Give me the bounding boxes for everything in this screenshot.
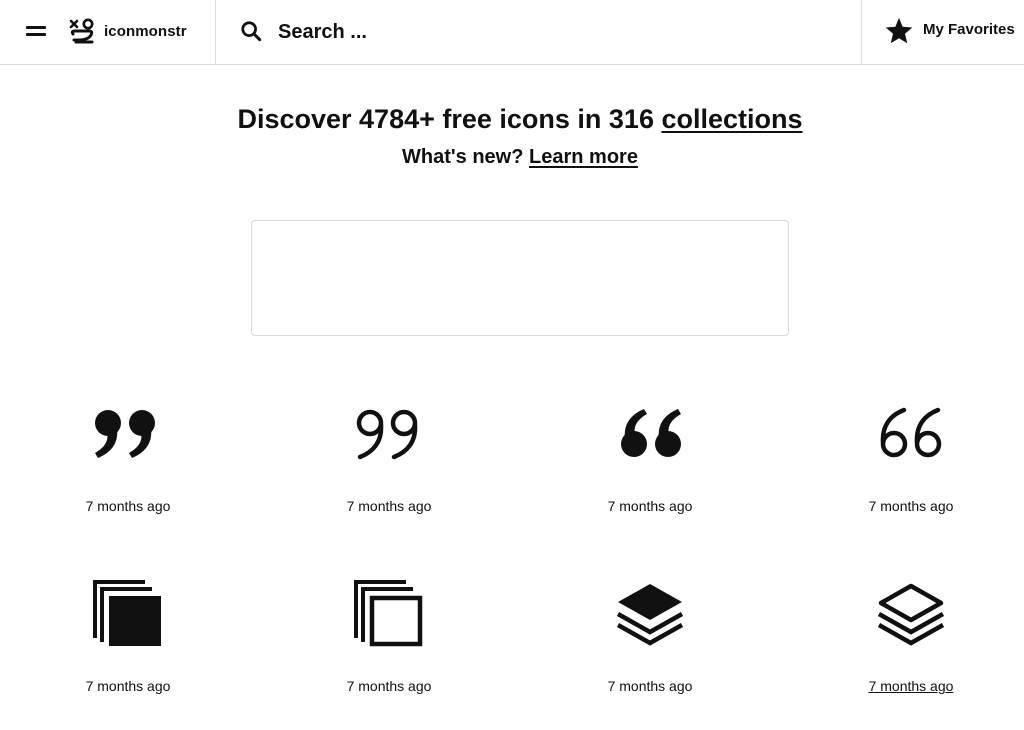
quote-close-filled-icon	[95, 410, 155, 458]
whats-new-text: What's new?	[402, 146, 530, 168]
search-icon[interactable]	[240, 20, 262, 42]
icon-tile[interactable]: 7 months ago	[550, 580, 750, 730]
quote-close-outline-icon	[356, 409, 418, 460]
copy-outline-icon	[354, 580, 423, 647]
icon-date[interactable]: 7 months ago	[811, 678, 1011, 694]
my-favorites-label: My Favorites	[923, 21, 1015, 38]
hamburger-menu-icon[interactable]	[20, 18, 52, 46]
layers-outline-icon	[877, 583, 945, 646]
icon-tile[interactable]: 7 months ago	[811, 400, 1011, 550]
my-favorites-button[interactable]: My Favorites	[862, 0, 1024, 65]
search-input[interactable]	[278, 12, 838, 52]
quote-open-filled-icon	[621, 409, 681, 457]
icon-tile[interactable]: 7 months ago	[289, 580, 489, 730]
icon-tile[interactable]: 7 months ago	[550, 400, 750, 550]
copy-filled-icon	[93, 580, 161, 646]
icon-date: 7 months ago	[868, 498, 954, 514]
ad-placeholder	[251, 220, 789, 336]
icon-date: 7 months ago	[346, 498, 432, 514]
logo-link[interactable]: iconmonstr	[68, 15, 187, 47]
icon-tile[interactable]: 7 months ago	[28, 580, 228, 730]
icon-date: 7 months ago	[607, 498, 693, 514]
page-title-text: Discover 4784+ free icons in 316	[237, 104, 662, 134]
icon-date: 7 months ago	[85, 678, 171, 694]
top-bar: iconmonstr My Favorites	[0, 0, 1024, 65]
icon-tile[interactable]: 7 months ago	[28, 400, 228, 550]
icon-tile[interactable]: 7 months ago	[811, 580, 1011, 730]
icon-date: 7 months ago	[346, 678, 432, 694]
icon-date: 7 months ago	[607, 678, 693, 694]
icon-tile[interactable]: 7 months ago	[289, 400, 489, 550]
search-bar	[216, 0, 861, 65]
layers-filled-icon	[616, 584, 684, 646]
quote-open-outline-icon	[880, 407, 942, 458]
iconmonstr-logo-icon	[69, 18, 94, 44]
whats-new-line: What's new? Learn more	[0, 146, 1024, 169]
learn-more-link[interactable]: Learn more	[529, 146, 638, 168]
collections-link[interactable]: collections	[661, 104, 802, 134]
logo-text: iconmonstr	[104, 22, 187, 40]
page-title: Discover 4784+ free icons in 316 collect…	[0, 104, 1024, 135]
icon-date: 7 months ago	[85, 498, 171, 514]
star-icon	[885, 17, 913, 44]
